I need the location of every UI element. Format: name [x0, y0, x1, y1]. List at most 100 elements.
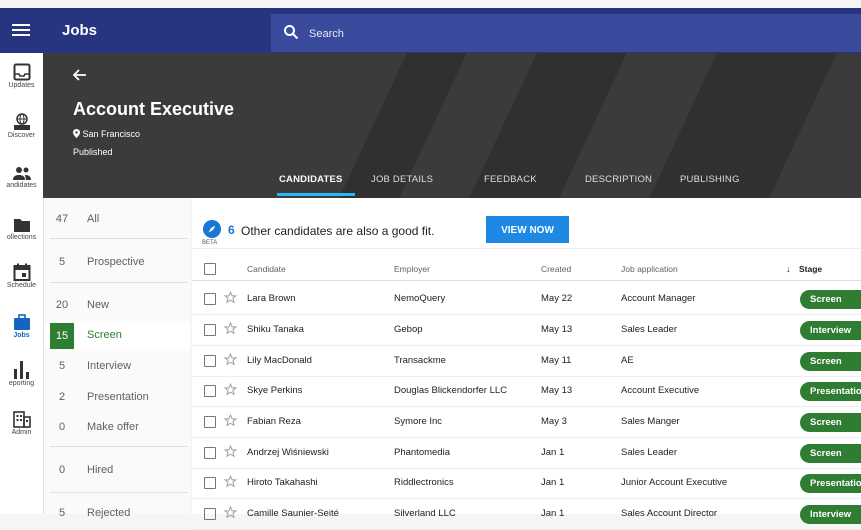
- divider: [50, 492, 188, 493]
- created-date: May 3: [541, 416, 567, 427]
- stage-new[interactable]: 20 New: [44, 293, 190, 319]
- column-header-candidate[interactable]: Candidate: [247, 264, 286, 274]
- nav-item-reporting[interactable]: eporting: [0, 359, 43, 387]
- candidate-name[interactable]: Shiku Tanaka: [247, 324, 304, 335]
- stage-count: 20: [55, 299, 69, 311]
- view-now-button[interactable]: VIEW NOW: [486, 216, 569, 243]
- candidate-name[interactable]: Hiroto Takahashi: [247, 477, 318, 488]
- table-row[interactable]: Skye Perkins Douglas Blickendorfer LLC M…: [192, 376, 861, 407]
- search-input[interactable]: [307, 22, 711, 46]
- stage-make-offer[interactable]: 0 Make offer: [44, 415, 190, 441]
- nav-item-updates[interactable]: Updates: [0, 63, 43, 89]
- stage-list: 47 All 5 Prospective 20 New 15 Screen 5 …: [44, 198, 190, 519]
- top-app-bar: Jobs: [0, 8, 861, 53]
- star-icon[interactable]: [224, 414, 237, 427]
- star-icon[interactable]: [224, 445, 237, 458]
- nav-item-candidates[interactable]: andidates: [0, 165, 43, 189]
- candidate-name[interactable]: Andrzej Wiśniewski: [247, 447, 329, 458]
- row-checkbox[interactable]: [204, 477, 216, 489]
- table-row[interactable]: Andrzej Wiśniewski Phantomedia Jan 1 Sal…: [192, 438, 861, 469]
- stage-name: Prospective: [87, 256, 145, 268]
- candidate-name[interactable]: Fabian Reza: [247, 416, 301, 427]
- table-row[interactable]: Shiku Tanaka Gebop May 13 Sales Leader I…: [192, 315, 861, 346]
- search-icon: [284, 25, 299, 40]
- star-icon[interactable]: [224, 475, 237, 488]
- table-row[interactable]: Hiroto Takahashi Riddlectronics Jan 1 Ju…: [192, 468, 861, 499]
- stage-rejected[interactable]: 5 Rejected: [44, 501, 190, 527]
- candidate-name[interactable]: Lily MacDonald: [247, 355, 312, 366]
- bar-chart-icon: [13, 361, 29, 379]
- nav-label: Jobs: [13, 332, 30, 339]
- table-row[interactable]: Lily MacDonald Transackme May 11 AE Scre…: [192, 346, 861, 377]
- back-arrow-icon[interactable]: [73, 69, 87, 81]
- stage-all[interactable]: 47 All: [44, 207, 190, 233]
- stage-name: Make offer: [87, 421, 139, 433]
- employer-name: Transackme: [394, 355, 446, 366]
- stage-interview[interactable]: 5 Interview: [44, 354, 190, 380]
- stage-badge[interactable]: Screen: [800, 352, 861, 371]
- stage-prospective[interactable]: 5 Prospective: [44, 250, 190, 276]
- calendar-icon: [13, 263, 30, 281]
- stage-badge[interactable]: Interview: [800, 321, 861, 340]
- stage-badge[interactable]: Presentation: [800, 474, 861, 493]
- candidate-name[interactable]: Lara Brown: [247, 293, 296, 304]
- stage-badge[interactable]: Interview: [800, 505, 861, 524]
- stage-badge[interactable]: Screen: [800, 290, 861, 309]
- row-checkbox[interactable]: [204, 416, 216, 428]
- stage-name: Presentation: [87, 391, 149, 403]
- tab-job-details[interactable]: JOB DETAILS: [371, 174, 433, 185]
- sort-arrow-icon: ↓: [786, 264, 791, 274]
- nav-item-schedule[interactable]: Schedule: [0, 263, 43, 289]
- stage-hired[interactable]: 0 Hired: [44, 458, 190, 484]
- star-icon[interactable]: [224, 291, 237, 304]
- tab-feedback[interactable]: FEEDBACK: [484, 174, 537, 185]
- stage-badge[interactable]: Presentation: [800, 382, 861, 401]
- stage-screen[interactable]: 15 Screen: [44, 323, 190, 349]
- tab-publishing[interactable]: PUBLISHING: [680, 174, 740, 185]
- building-icon: [12, 411, 31, 428]
- stage-count: 47: [55, 213, 69, 225]
- star-icon[interactable]: [224, 353, 237, 366]
- hamburger-menu-icon[interactable]: [12, 21, 30, 39]
- column-header-employer[interactable]: Employer: [394, 264, 430, 274]
- tab-description[interactable]: DESCRIPTION: [585, 174, 652, 185]
- nav-label: Schedule: [6, 282, 37, 289]
- stage-badge[interactable]: Screen: [800, 413, 861, 432]
- column-header-created[interactable]: Created: [541, 264, 571, 274]
- employer-name: Phantomedia: [394, 447, 450, 458]
- star-icon[interactable]: [224, 383, 237, 396]
- table-row[interactable]: Lara Brown NemoQuery May 22 Account Mana…: [192, 284, 861, 315]
- tab-candidates[interactable]: CANDIDATES: [279, 174, 343, 185]
- nav-label: eporting: [8, 380, 35, 387]
- column-header-stage[interactable]: Stage: [799, 264, 822, 274]
- nav-item-jobs[interactable]: Jobs: [0, 314, 43, 339]
- stage-name: Screen: [87, 329, 122, 341]
- star-icon[interactable]: [224, 506, 237, 519]
- created-date: May 22: [541, 293, 573, 304]
- suggestion-text: Other candidates are also a good fit.: [241, 224, 435, 238]
- row-checkbox[interactable]: [204, 293, 216, 305]
- star-icon[interactable]: [224, 322, 237, 335]
- nav-item-collections[interactable]: ollections: [0, 217, 43, 241]
- job-location: San Francisco: [73, 129, 140, 139]
- location-pin-icon: [73, 129, 80, 138]
- nav-label: Updates: [8, 82, 35, 89]
- row-checkbox[interactable]: [204, 447, 216, 459]
- stage-badge[interactable]: Screen: [800, 444, 861, 463]
- stage-presentation[interactable]: 2 Presentation: [44, 385, 190, 411]
- row-checkbox[interactable]: [204, 508, 216, 520]
- table-row[interactable]: Camille Saunier-Seité Silverland LLC Jan…: [192, 499, 861, 530]
- table-row[interactable]: Fabian Reza Symore Inc May 3 Sales Mange…: [192, 407, 861, 438]
- stage-count: 15: [50, 323, 74, 349]
- column-header-job-application[interactable]: Job application: [621, 264, 678, 274]
- row-checkbox[interactable]: [204, 385, 216, 397]
- candidate-name[interactable]: Skye Perkins: [247, 385, 302, 396]
- stage-name: Rejected: [87, 507, 131, 519]
- row-checkbox[interactable]: [204, 324, 216, 336]
- nav-item-admin[interactable]: Admin: [0, 411, 43, 436]
- search-bar[interactable]: [271, 14, 861, 52]
- employer-name: Symore Inc: [394, 416, 443, 427]
- select-all-checkbox[interactable]: [204, 263, 216, 275]
- nav-item-discover[interactable]: Discover: [0, 113, 43, 139]
- row-checkbox[interactable]: [204, 355, 216, 367]
